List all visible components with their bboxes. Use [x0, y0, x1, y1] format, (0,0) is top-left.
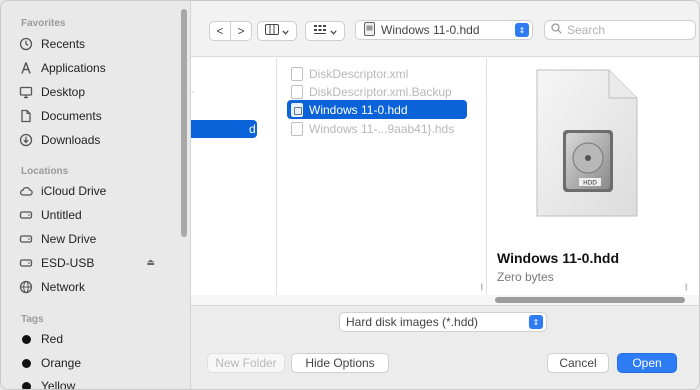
sidebar-item-applications[interactable]: Applications	[19, 57, 179, 79]
column-ghost-text: -	[191, 86, 195, 98]
columns-icon	[265, 24, 279, 38]
desktop-icon	[19, 85, 33, 99]
sidebar-item-tag-yellow[interactable]: Yellow	[19, 375, 179, 390]
group-view-button[interactable]	[305, 21, 345, 41]
sidebar-item-label: Downloads	[41, 133, 101, 147]
file-name: DiskDescriptor.xml	[309, 66, 409, 81]
chevron-down-icon	[330, 24, 337, 38]
sidebar-item-label: Yellow	[41, 379, 76, 390]
grid-icon	[313, 24, 327, 38]
sidebar-item-esd-usb[interactable]: ESD-USB ⏏	[19, 252, 179, 274]
sidebar-item-tag-red[interactable]: Red	[19, 328, 179, 350]
location-label: Windows 11-0.hdd	[381, 23, 480, 37]
file-icon	[291, 84, 303, 99]
cloud-icon	[19, 184, 33, 198]
download-icon	[19, 133, 33, 147]
tag-dot-icon	[22, 334, 31, 344]
format-label: Hard disk images (*.hdd)	[346, 315, 479, 329]
format-bar: Hard disk images (*.hdd) ⇕	[191, 305, 699, 339]
file-icon	[291, 66, 303, 81]
file-row[interactable]: DiskDescriptor.xml.Backup	[287, 82, 467, 101]
hdd-label: HDD	[583, 180, 597, 187]
sidebar-item-downloads[interactable]: Downloads	[19, 129, 179, 151]
search-field[interactable]: Search	[544, 20, 696, 40]
favorites-heading: Favorites	[21, 18, 66, 29]
chevron-right-icon: >	[237, 24, 245, 38]
sidebar-item-label: New Drive	[41, 232, 97, 246]
preview-file-name: Windows 11-0.hdd	[497, 250, 619, 266]
sidebar-item-label: Desktop	[41, 85, 86, 99]
file-row[interactable]: DiskDescriptor.xml	[287, 64, 467, 83]
column-resize-handle[interactable]: ||	[685, 284, 687, 291]
sidebar-item-label: Recents	[41, 37, 86, 51]
applications-icon	[19, 61, 33, 75]
tag-dot-icon	[22, 358, 31, 368]
forward-button[interactable]: >	[230, 21, 252, 41]
column-browser: - d DiskDescriptor.xml DiskDescriptor.xm…	[191, 58, 699, 295]
disk-icon	[19, 208, 33, 222]
sidebar-item-icloud-drive[interactable]: iCloud Drive	[19, 180, 179, 202]
document-icon	[19, 109, 33, 123]
file-open-dialog: Favorites Recents Applications Desktop D…	[0, 0, 700, 390]
sidebar-item-label: Orange	[41, 356, 82, 370]
sidebar-item-label: Documents	[41, 109, 102, 123]
disk-icon	[19, 232, 33, 246]
sidebar-item-label: Applications	[41, 61, 106, 75]
sidebar-item-new-drive[interactable]: New Drive	[19, 228, 179, 250]
locations-heading: Locations	[21, 166, 69, 177]
sidebar-item-label: Red	[41, 332, 64, 346]
chevron-down-icon	[282, 24, 289, 38]
back-button[interactable]: <	[209, 21, 231, 41]
eject-icon[interactable]: ⏏	[146, 257, 155, 268]
location-popup[interactable]: Windows 11-0.hdd ⇕	[355, 20, 533, 40]
browser-column-parent[interactable]: - d	[191, 58, 277, 295]
sidebar-item-label: ESD-USB	[41, 256, 95, 270]
file-icon	[291, 121, 303, 136]
popup-stepper-icon: ⇕	[529, 315, 543, 329]
sidebar-item-untitled[interactable]: Untitled	[19, 204, 179, 226]
disk-icon	[19, 256, 33, 270]
horizontal-scrollbar[interactable]	[191, 295, 699, 305]
sidebar-scrollbar[interactable]	[181, 9, 187, 237]
search-placeholder: Search	[567, 23, 606, 37]
preview-pane: HDD Windows 11-0.hdd Zero bytes ||	[487, 58, 699, 295]
file-format-popup[interactable]: Hard disk images (*.hdd) ⇕	[339, 312, 547, 332]
sidebar-item-recents[interactable]: Recents	[19, 33, 179, 55]
hdd-file-icon	[364, 21, 375, 39]
sidebar-item-label: Untitled	[41, 208, 82, 222]
preview-file-size: Zero bytes	[497, 270, 554, 284]
column-view-button[interactable]	[257, 21, 297, 41]
popup-stepper-icon: ⇕	[515, 23, 529, 37]
hdd-file-icon	[291, 102, 303, 117]
search-icon	[551, 23, 562, 37]
chevron-left-icon: <	[216, 24, 224, 38]
file-name: Windows 11-0.hdd	[309, 102, 408, 117]
sidebar: Favorites Recents Applications Desktop D…	[1, 1, 191, 390]
globe-icon	[19, 280, 33, 294]
file-name: Windows 11-...9aab41}.hds	[309, 121, 455, 136]
scrollbar-thumb[interactable]	[495, 297, 685, 303]
tag-dot-icon	[22, 381, 31, 389]
column-resize-handle[interactable]: ||	[480, 284, 482, 291]
tags-heading: Tags	[21, 314, 44, 325]
cancel-button[interactable]: Cancel	[547, 353, 609, 373]
toolbar: < > Windows 11-0.hdd ⇕ Search	[191, 1, 699, 57]
dialog-actions: New Folder Hide Options Cancel Open	[191, 339, 699, 389]
clock-icon	[19, 37, 33, 51]
sidebar-item-documents[interactable]: Documents	[19, 105, 179, 127]
selected-parent-folder[interactable]: d	[191, 120, 257, 138]
sidebar-item-tag-orange[interactable]: Orange	[19, 352, 179, 374]
sidebar-item-desktop[interactable]: Desktop	[19, 81, 179, 103]
new-folder-button[interactable]: New Folder	[207, 353, 285, 373]
file-row[interactable]: Windows 11-...9aab41}.hds	[287, 119, 467, 138]
hdd-document-icon: HDD	[536, 69, 638, 217]
sidebar-item-label: Network	[41, 280, 86, 294]
browser-column-files[interactable]: DiskDescriptor.xml DiskDescriptor.xml.Ba…	[277, 58, 487, 295]
sidebar-item-network[interactable]: Network	[19, 276, 179, 298]
file-row-selected[interactable]: Windows 11-0.hdd	[287, 100, 467, 119]
file-name: DiskDescriptor.xml.Backup	[309, 84, 452, 99]
sidebar-item-label: iCloud Drive	[41, 184, 107, 198]
hide-options-button[interactable]: Hide Options	[291, 353, 389, 373]
open-button[interactable]: Open	[617, 353, 677, 373]
